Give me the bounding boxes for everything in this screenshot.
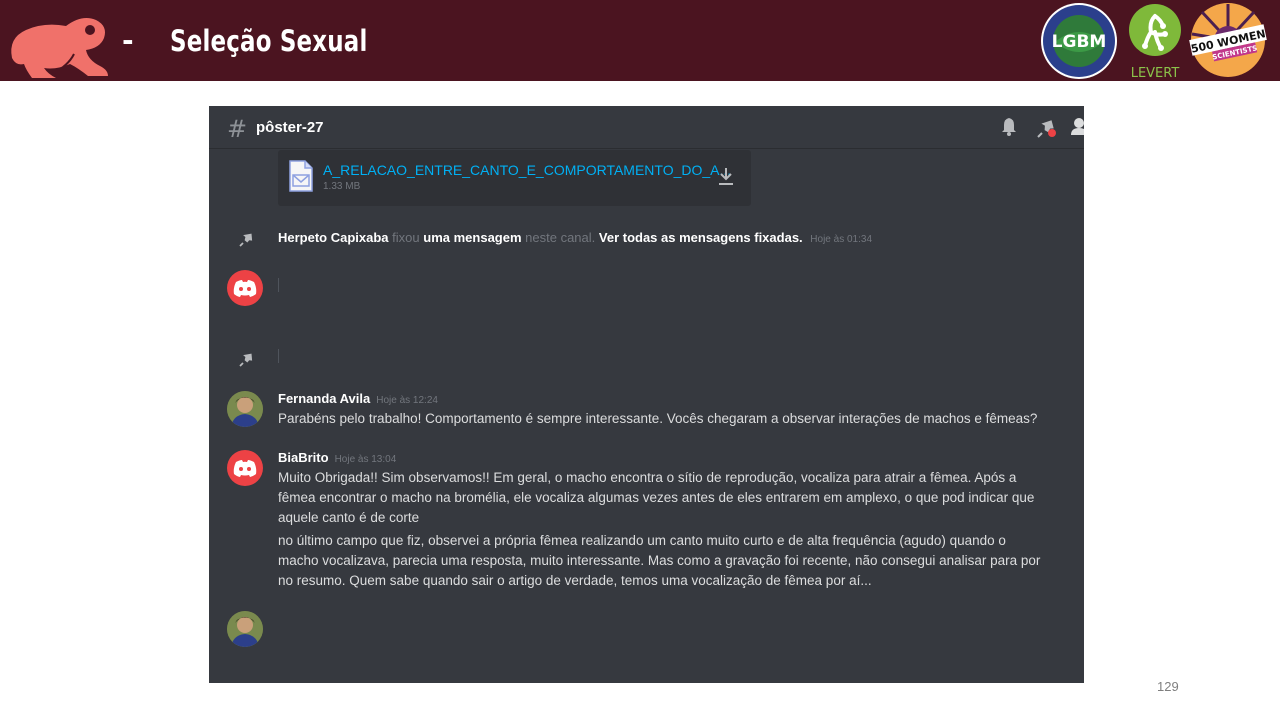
pin-user[interactable]: Herpeto Capixaba bbox=[278, 230, 389, 245]
message-text: Muito Obrigada!! Sim observamos!! Em ger… bbox=[278, 470, 1035, 525]
levert-logo-text: LEVERT bbox=[1131, 66, 1180, 80]
slide-header: - Seleção Sexual LGBM LEVERT 500 WOMEN S… bbox=[0, 0, 1280, 81]
pin-icon bbox=[239, 233, 253, 247]
user-photo-icon bbox=[227, 611, 263, 647]
500-women-scientists-logo: 500 WOMEN SCIENTISTS bbox=[1189, 3, 1267, 77]
pin-notification: Herpeto Capixaba fixou uma mensagem nest… bbox=[278, 230, 872, 245]
empty-message-marker bbox=[278, 278, 279, 292]
message-author[interactable]: BiaBrito Hoje às 13:04 bbox=[278, 450, 396, 465]
message-text: no último campo que fiz, observei a próp… bbox=[278, 533, 1041, 588]
attachment-size: 1.33 MB bbox=[323, 181, 361, 192]
discord-logo-icon bbox=[233, 460, 257, 477]
author-name[interactable]: Fernanda Avila bbox=[278, 391, 370, 406]
discord-screenshot: # pôster-27 A_RELACAO_ENTRE_CANTO_E_COMP… bbox=[209, 106, 1084, 683]
discord-default-avatar[interactable] bbox=[227, 270, 263, 306]
title-dash: - bbox=[122, 24, 134, 57]
frog-logo-icon bbox=[11, 18, 108, 78]
message-text: Parabéns pelo trabalho! Comportamento é … bbox=[278, 411, 1038, 426]
document-file-icon bbox=[289, 160, 313, 192]
page-number: 129 bbox=[1157, 679, 1179, 694]
discord-default-avatar[interactable] bbox=[227, 450, 263, 486]
discord-logo-icon bbox=[233, 280, 257, 297]
svg-text:LGBM: LGBM bbox=[1052, 32, 1107, 52]
file-attachment[interactable]: A_RELACAO_ENTRE_CANTO_E_COMPORTAMENTO_DO… bbox=[278, 150, 751, 206]
member-list-icon[interactable] bbox=[1071, 117, 1084, 137]
user-avatar[interactable] bbox=[227, 391, 263, 427]
user-photo-icon bbox=[227, 391, 263, 427]
bell-icon[interactable] bbox=[1000, 117, 1018, 137]
pin-rest: neste canal. bbox=[525, 230, 596, 245]
pin-icon bbox=[239, 353, 253, 367]
levert-logo: LEVERT bbox=[1129, 4, 1181, 80]
message-timestamp: Hoje às 12:24 bbox=[376, 395, 438, 406]
empty-message-marker bbox=[278, 349, 279, 363]
pin-verb: fixou bbox=[392, 230, 420, 245]
user-avatar[interactable] bbox=[227, 611, 263, 647]
channel-name: pôster-27 bbox=[256, 119, 324, 136]
attachment-filename[interactable]: A_RELACAO_ENTRE_CANTO_E_COMPORTAMENTO_DO… bbox=[323, 162, 731, 178]
view-pinned-link[interactable]: Ver todas as mensagens fixadas. bbox=[599, 230, 803, 245]
author-name[interactable]: BiaBrito bbox=[278, 450, 329, 465]
pinned-messages-icon[interactable] bbox=[1036, 117, 1058, 139]
pin-object[interactable]: uma mensagem bbox=[423, 230, 521, 245]
channel-hash-icon: # bbox=[227, 115, 248, 143]
pin-timestamp: Hoje às 01:34 bbox=[810, 234, 873, 245]
lgbm-logo: LGBM bbox=[1041, 3, 1117, 79]
message-timestamp: Hoje às 13:04 bbox=[334, 454, 397, 465]
slide-title: Seleção Sexual bbox=[170, 24, 368, 58]
channel-header: # pôster-27 bbox=[209, 106, 1084, 149]
message-author[interactable]: Fernanda Avila Hoje às 12:24 bbox=[278, 391, 438, 406]
download-icon[interactable] bbox=[717, 166, 735, 186]
